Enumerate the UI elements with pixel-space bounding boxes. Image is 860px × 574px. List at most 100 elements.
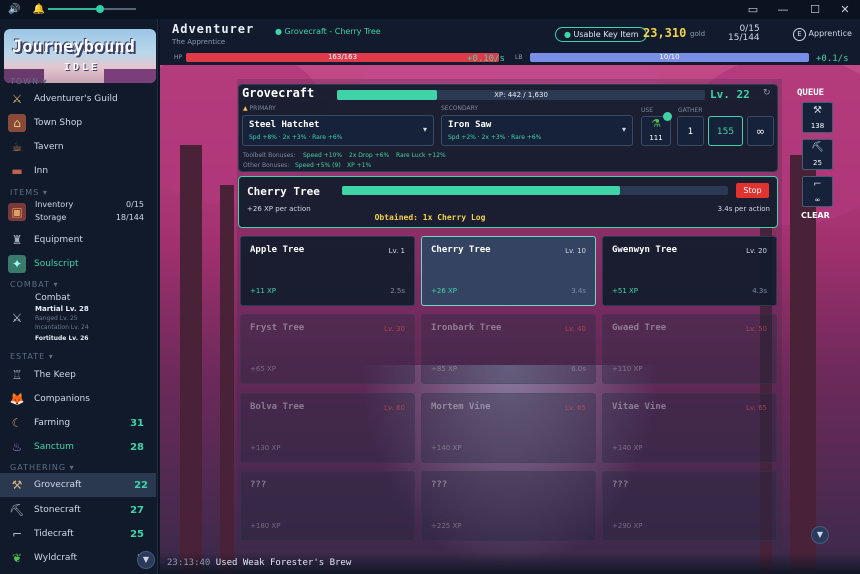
sidebar-item-town-shop[interactable]: ⌂ Town Shop: [8, 112, 152, 134]
chevron-down-icon: ▾: [422, 125, 427, 134]
tree-card-level: Lv. 60: [384, 404, 405, 412]
skill-title: Grovecraft: [242, 86, 315, 100]
skill-xp-bar: XP: 442 / 1,630: [337, 90, 705, 100]
sidebar-item-adventurers-guild[interactable]: ⚔ Adventurer's Guild: [8, 88, 152, 110]
tree-card[interactable]: Mortem Vine Lv. 65 +140 XP: [421, 393, 596, 463]
tree-card-xp: +225 XP: [431, 522, 462, 530]
clear-queue-button[interactable]: CLEAR: [801, 211, 830, 220]
tree-card[interactable]: Vitae Vine Lv. 65 +140 XP: [602, 393, 777, 463]
tree-card-xp: +130 XP: [250, 444, 281, 452]
tree-card-name: Gwenwyn Tree: [612, 245, 678, 255]
tree-card[interactable]: Fryst Tree Lv. 30 +65 XP: [240, 314, 415, 384]
secondary-tool-select[interactable]: Iron Saw Spd +2% · 2x +3% · Rare +6% ▾: [441, 115, 633, 146]
sidebar-item-sanctum[interactable]: ♨ Sanctum 28: [8, 436, 152, 458]
game-logo: Journeybound IDLE: [4, 29, 156, 83]
tree-card-xp: +11 XP: [250, 287, 277, 295]
player-title: The Apprentice: [172, 38, 226, 46]
tree-card[interactable]: ??? +180 XP: [240, 471, 415, 541]
key-item-button[interactable]: ● Usable Key Item: [555, 27, 648, 42]
tree-card[interactable]: ??? +290 XP: [602, 471, 777, 541]
section-combat[interactable]: COMBAT ▾: [10, 280, 59, 289]
tree-card[interactable]: Cherry Tree Lv. 10 +26 XP 3.4s: [421, 236, 596, 306]
flame-icon: ♨: [11, 440, 23, 454]
queue-slot-3[interactable]: ⌐ ∞: [802, 176, 833, 207]
tree-card[interactable]: ??? +225 XP: [421, 471, 596, 541]
stop-button[interactable]: Stop: [736, 183, 769, 198]
sidebar-item-grovecraft[interactable]: ⚒ Grovecraft 22: [0, 473, 156, 497]
tree-card-xp: +290 XP: [612, 522, 643, 530]
tree-card-level: Lv. 40: [565, 325, 586, 333]
action-title: Cherry Tree: [247, 185, 320, 198]
gather-quantity[interactable]: 155: [708, 116, 743, 146]
scroll-down-button[interactable]: ▼: [137, 551, 155, 569]
sidebar: Journeybound IDLE TOWN ▾ ⚔ Adventurer's G…: [0, 19, 158, 574]
current-activity: ● Grovecraft - Cherry Tree: [275, 27, 381, 36]
toolbelt-label: Toolbelt Bonuses:: [243, 152, 296, 159]
primary-tool-select[interactable]: Steel Hatchet Spd +8% · 2x +3% · Rare +6…: [242, 115, 434, 146]
tree-card[interactable]: Gwaed Tree Lv. 50 +110 XP: [602, 314, 777, 384]
xp-per-action: +26 XP per action: [247, 205, 311, 213]
tree-card[interactable]: Bolva Tree Lv. 60 +130 XP: [240, 393, 415, 463]
sidebar-item-stonecraft[interactable]: ⛏ Stonecraft 27: [8, 499, 152, 521]
sidebar-item-the-keep[interactable]: ♖ The Keep: [8, 364, 152, 386]
other-label: Other Bonuses:: [243, 162, 290, 169]
tree-card[interactable]: Gwenwyn Tree Lv. 20 +51 XP 4.3s: [602, 236, 777, 306]
player-name: Adventurer: [172, 22, 255, 36]
chevron-down-icon: ▾: [621, 125, 626, 134]
auto-use-indicator[interactable]: [663, 112, 672, 121]
bed-icon: ▬: [11, 164, 23, 178]
app-window: { "header":{"title":"Adventurer","subtit…: [0, 0, 860, 574]
sidebar-item-wyldcraft[interactable]: ❦Wyldcraft2: [8, 547, 152, 569]
close-button[interactable]: ✕: [830, 1, 860, 18]
volume-slider[interactable]: [48, 5, 136, 13]
section-town[interactable]: TOWN ▾: [10, 77, 48, 86]
minimize-button[interactable]: —: [768, 1, 798, 18]
gather-infinite[interactable]: ∞: [747, 116, 774, 146]
section-gathering[interactable]: GATHERING ▾: [10, 463, 75, 472]
toolbelt-luck: Rare Luck +12%: [396, 152, 446, 159]
sidebar-item-tidecraft[interactable]: ⌐ Tidecraft 25: [8, 523, 152, 545]
section-estate[interactable]: ESTATE ▾: [10, 352, 54, 361]
tree-card-level: Lv. 30: [384, 325, 405, 333]
scroll-down-button-main[interactable]: ▼: [811, 526, 829, 544]
tree-card[interactable]: Apple Tree Lv. 1 +11 XP 2.5s: [240, 236, 415, 306]
queue-slot-2[interactable]: ⛏ 25: [802, 139, 833, 170]
window-titlebar: 🔊 🔔 ▭ — ☐ ✕: [0, 0, 860, 19]
secondary-label: SECONDARY: [441, 105, 479, 112]
sidebar-item-equipment[interactable]: ♜ Equipment: [8, 229, 152, 251]
lb-bar: 10/10: [530, 53, 809, 62]
rank-badge[interactable]: E Apprentice: [793, 28, 852, 41]
fishing-rod-icon: ⌐: [11, 527, 23, 541]
tree-card-level: Lv. 10: [565, 247, 586, 255]
axe-icon: ⚒: [813, 105, 822, 116]
tree-card-name: Ironbark Tree: [431, 323, 502, 333]
sidebar-item-companions[interactable]: 🦊 Companions: [8, 388, 152, 410]
refresh-icon[interactable]: ↻: [763, 88, 771, 98]
sidebar-item-inn[interactable]: ▬ Inn: [8, 160, 152, 182]
action-progress-fill: [342, 186, 620, 195]
tree-card-level: Lv. 1: [388, 247, 405, 255]
action-progress-bar: [342, 186, 728, 195]
pickaxe-icon: ⛏: [9, 503, 25, 517]
hp-bar: 163/163: [186, 53, 499, 62]
queue-slot-1[interactable]: ⚒ 138: [802, 102, 833, 133]
tree-card[interactable]: Ironbark Tree Lv. 40 +85 XP 6.0s: [421, 314, 596, 384]
maximize-button[interactable]: ☐: [800, 1, 830, 18]
axe-icon: ⚒: [11, 478, 23, 492]
swords-icon: ⚔: [11, 311, 23, 325]
tree-card-name: Mortem Vine: [431, 402, 491, 412]
bell-icon[interactable]: 🔔: [32, 4, 44, 15]
gather-amount[interactable]: 1: [677, 116, 704, 146]
sidebar-item-tavern[interactable]: ☕ Tavern: [8, 136, 152, 158]
use-label: USE: [641, 107, 653, 114]
fox-icon: 🦊: [9, 392, 25, 406]
section-items[interactable]: ITEMS ▾: [10, 188, 48, 197]
sidebar-item-combat[interactable]: ⚔ Combat Martial Lv. 28 Ranged Lv. 25 In…: [8, 291, 152, 345]
speaker-icon[interactable]: 🔊: [8, 4, 20, 15]
sidebar-item-farming[interactable]: ☾ Farming 31: [8, 412, 152, 434]
sidebar-item-soulscript[interactable]: ✦ Soulscript: [8, 253, 152, 275]
tree-card-level: Lv. 65: [565, 404, 586, 412]
tree-card-xp: +26 XP: [431, 287, 458, 295]
tree-card-name: ???: [250, 480, 267, 490]
rod-icon: ⌐: [813, 179, 822, 190]
